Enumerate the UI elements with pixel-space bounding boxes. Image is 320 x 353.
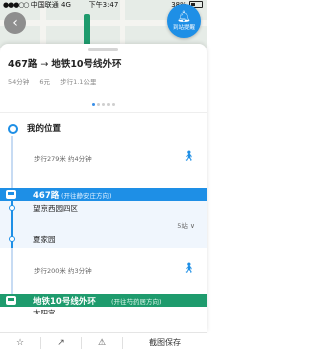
map-route-line [84,14,90,48]
bus-segment-header[interactable]: 467路 (开往静安庄方向) [0,188,207,201]
route-title: 467路 → 地铁10号线外环 [8,56,200,70]
arrow-right-icon: → [40,59,49,70]
start-label: 我的位置 [27,124,62,134]
route-to: 地铁10号线外环 [51,59,122,70]
bottom-toolbar: ☆ ↗ ⚠ 截图保存 [0,332,207,353]
start-point: 我的位置 [8,122,198,136]
page-dot[interactable] [92,103,95,106]
route-duration: 54分钟 [8,78,30,86]
sheet-drag-handle[interactable] [88,48,118,51]
stops-count: 5站 [177,222,188,230]
walk-icon: 🚶︎ [182,151,195,162]
page-dot[interactable] [112,103,115,106]
subway-line-name: 地铁10号线外环 [33,297,96,307]
stops-toggle[interactable]: 5站 ∨ [177,220,195,230]
subway-direction: (开往芍药居方向) [111,298,162,306]
star-icon: ☆ [15,338,25,348]
route-from: 467路 [8,59,38,70]
favorite-button[interactable]: ☆ [0,333,40,353]
board-stop-dot [9,205,15,211]
route-page-indicator[interactable] [0,102,207,108]
walk-step-2[interactable]: 步行200米 约3分钟 🚶︎ [0,260,207,280]
alight-stop-dot [9,236,15,242]
board-stop-name: 望京西园四区 [33,204,78,213]
walk-step-1-text: 步行279米 约4分钟 [34,155,92,163]
subway-next-stop: 太阳宫 [33,309,56,314]
page-dot[interactable] [107,103,110,106]
chevron-left-icon: ‹ [12,15,18,31]
route-walk-distance: 步行1.1公里 [60,78,97,86]
share-button[interactable]: ↗ [41,333,81,353]
chevron-down-icon: ∨ [189,222,195,230]
route-summary: 467路 → 地铁10号线外环 54分钟 6元 步行1.1公里 [8,56,200,86]
bus-direction: (开往静安庄方向) [61,192,112,200]
subway-icon [6,296,16,305]
share-icon: ↗ [57,338,65,348]
walk-step-1[interactable]: 步行279米 约4分钟 🚶︎ [0,148,207,168]
page-dot[interactable] [102,103,105,106]
arrival-reminder-button[interactable]: 🔔︎ 到站提醒 [167,4,201,38]
arrival-reminder-label: 到站提醒 [172,25,195,31]
warning-icon: ⚠ [97,338,107,348]
start-circle-icon [8,124,18,134]
walk-icon: 🚶︎ [182,263,195,274]
route-meta: 54分钟 6元 步行1.1公里 [8,76,200,86]
screenshot-save-button[interactable]: 截图保存 [123,333,207,353]
bus-line-name: 467路 [33,191,60,201]
route-detail-sheet[interactable]: 467路 → 地铁10号线外环 54分钟 6元 步行1.1公里 我的位置 步行279… [0,44,207,332]
walk-step-2-text: 步行200米 约3分钟 [34,267,92,275]
screenshot-save-label: 截图保存 [149,338,181,347]
alight-stop-name: 夏家园 [33,235,56,244]
divider [0,112,207,113]
bus-icon [6,190,16,199]
route-fare: 6元 [39,78,50,86]
back-button[interactable]: ‹ [4,12,26,34]
page-dot[interactable] [97,103,100,106]
subway-segment-header[interactable]: 地铁10号线外环 (开往芍药居方向) [0,294,207,307]
bell-icon: 🔔︎ [177,10,191,23]
report-button[interactable]: ⚠ [82,333,122,353]
bus-segment-body: 望京西园四区 5站 ∨ 夏家园 [0,201,207,248]
